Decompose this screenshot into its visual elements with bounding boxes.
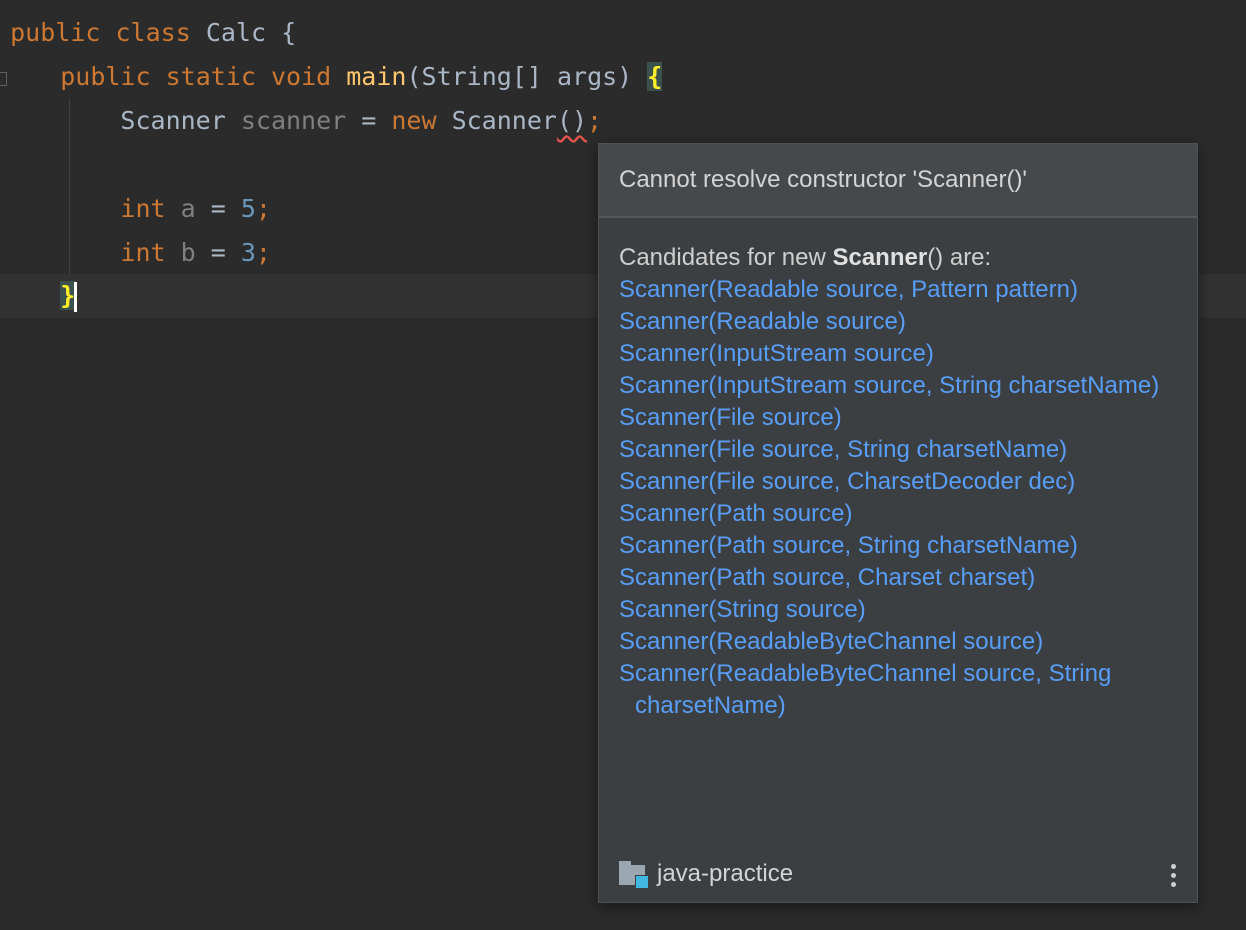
candidate-link[interactable]: Scanner(Path source, Charset charset) [619,562,1177,594]
brace: { [281,18,296,47]
code-line-3[interactable]: Scanner scanner = new Scanner(); [0,99,1246,143]
method-name: main [346,62,406,91]
matched-brace: } [60,281,75,310]
popup-title: Cannot resolve constructor 'Scanner()' [599,144,1197,218]
code-line-2[interactable]: public static void main(String[] args) { [0,55,1246,99]
parameters: (String[] args) [406,62,647,91]
keyword: void [271,62,331,91]
unused-variable: scanner [241,106,346,135]
candidate-link[interactable]: Scanner(Path source, String charsetName) [619,530,1177,562]
error-highlight[interactable]: () [557,106,587,135]
number-literal: 3 [241,238,256,267]
matched-brace: { [647,62,662,91]
keyword: int [120,238,165,267]
keyword: int [120,194,165,223]
candidates-section: Candidates for new Scanner() are: Scanne… [599,218,1197,722]
module-name: java-practice [657,860,793,888]
constructor-call: Scanner [452,106,557,135]
candidate-link[interactable]: Scanner(Path source) [619,498,1177,530]
number-literal: 5 [241,194,256,223]
candidate-link[interactable]: Scanner(File source) [619,402,1177,434]
keyword: static [166,62,256,91]
error-tooltip-popup: Cannot resolve constructor 'Scanner()' C… [598,143,1198,903]
candidate-link[interactable]: Scanner(Readable source) [619,306,1177,338]
module-info: java-practice [619,860,793,888]
type-name: Scanner [120,106,225,135]
candidate-link[interactable]: Scanner(ReadableByteChannel source, Stri… [619,658,1177,722]
text-caret [74,282,77,312]
candidate-link[interactable]: Scanner(String source) [619,594,1177,626]
folder-module-icon [619,861,649,887]
candidate-link[interactable]: Scanner(File source, String charsetName) [619,434,1177,466]
keyword: class [115,18,190,47]
candidate-link[interactable]: Scanner(File source, CharsetDecoder dec) [619,466,1177,498]
code-line-1[interactable]: public class Calc { [0,11,1246,55]
keyword: new [391,106,436,135]
unused-variable: b [181,238,196,267]
candidate-link[interactable]: Scanner(InputStream source, String chars… [619,370,1177,402]
candidate-link[interactable]: Scanner(InputStream source) [619,338,1177,370]
candidate-link[interactable]: Scanner(ReadableByteChannel source) [619,626,1177,658]
keyword: public [60,62,150,91]
class-name: Calc [206,18,266,47]
unused-variable: a [181,194,196,223]
candidate-link[interactable]: Scanner(Readable source, Pattern pattern… [619,274,1177,306]
more-vertical-icon[interactable] [1171,864,1177,890]
candidates-heading: Candidates for new Scanner() are: [619,242,1177,274]
keyword: public [10,18,100,47]
